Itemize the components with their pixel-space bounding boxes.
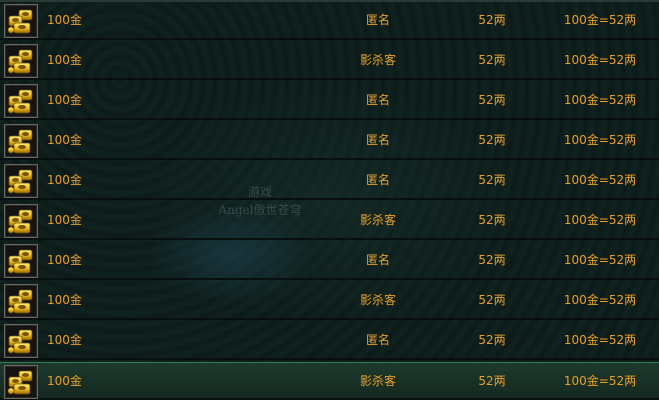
gold-ingot-icon-graphic [7,329,33,354]
gold-ingot-icon [4,84,38,118]
gold-ingot-icon-graphic [7,209,33,234]
seller-name: 影杀客 [359,53,396,67]
gold-ingot-icon-graphic [7,49,33,74]
seller-name: 匿名 [365,13,390,27]
seller-name: 影杀客 [359,213,396,227]
gold-ingot-icon [4,365,38,399]
exchange-rate: 100金=52两 [563,213,637,227]
gold-ingot-icon [4,4,38,38]
exchange-rate: 100金=52两 [563,293,637,307]
seller-name: 匿名 [365,333,390,347]
exchange-rate: 100金=52两 [563,333,637,347]
item-name: 100金 [47,13,82,27]
trade-list-panel: 游戏 Angel傲世苍穹 100金 匿名 52两 100金=52两 100金 影… [0,0,659,400]
seller-name: 匿名 [365,93,390,107]
unit-price: 52两 [478,213,506,227]
item-name: 100金 [47,253,82,267]
gold-ingot-icon [4,324,38,358]
item-name: 100金 [47,93,82,107]
gold-ingot-icon [4,284,38,318]
item-name: 100金 [47,333,82,347]
unit-price: 52两 [478,374,506,388]
exchange-rate: 100金=52两 [563,253,637,267]
exchange-rate: 100金=52两 [563,374,637,388]
trade-row[interactable]: 100金 匿名 52两 100金=52两 [0,2,659,40]
seller-name: 影杀客 [359,374,396,388]
seller-name: 匿名 [365,173,390,187]
trade-row[interactable]: 100金 匿名 52两 100金=52两 [0,242,659,280]
gold-ingot-icon [4,44,38,78]
item-name: 100金 [47,374,82,388]
exchange-rate: 100金=52两 [563,173,637,187]
unit-price: 52两 [478,13,506,27]
gold-ingot-icon-graphic [7,9,33,34]
unit-price: 52两 [478,253,506,267]
trade-row[interactable]: 100金 匿名 52两 100金=52两 [0,322,659,360]
gold-ingot-icon [4,164,38,198]
seller-name: 匿名 [365,253,390,267]
trade-row[interactable]: 100金 影杀客 52两 100金=52两 [0,42,659,80]
gold-ingot-icon [4,124,38,158]
exchange-rate: 100金=52两 [563,93,637,107]
exchange-rate: 100金=52两 [563,133,637,147]
gold-ingot-icon-graphic [7,169,33,194]
seller-name: 影杀客 [359,293,396,307]
unit-price: 52两 [478,333,506,347]
gold-ingot-icon-graphic [7,370,33,395]
item-name: 100金 [47,173,82,187]
item-name: 100金 [47,53,82,67]
unit-price: 52两 [478,293,506,307]
gold-ingot-icon [4,244,38,278]
unit-price: 52两 [478,133,506,147]
unit-price: 52两 [478,93,506,107]
gold-ingot-icon-graphic [7,89,33,114]
gold-ingot-icon-graphic [7,249,33,274]
exchange-rate: 100金=52两 [563,13,637,27]
trade-row[interactable]: 100金 匿名 52两 100金=52两 [0,122,659,160]
unit-price: 52两 [478,173,506,187]
exchange-rate: 100金=52两 [563,53,637,67]
trade-row[interactable]: 100金 影杀客 52两 100金=52两 [0,202,659,240]
trade-row[interactable]: 100金 匿名 52两 100金=52两 [0,82,659,120]
gold-ingot-icon-graphic [7,129,33,154]
item-name: 100金 [47,133,82,147]
seller-name: 匿名 [365,133,390,147]
trade-row[interactable]: 100金 匿名 52两 100金=52两 [0,162,659,200]
item-name: 100金 [47,293,82,307]
gold-ingot-icon [4,204,38,238]
unit-price: 52两 [478,53,506,67]
gold-ingot-icon-graphic [7,289,33,314]
item-name: 100金 [47,213,82,227]
trade-row[interactable]: 100金 影杀客 52两 100金=52两 [0,282,659,320]
trade-row[interactable]: 100金 影杀客 52两 100金=52两 [0,362,659,400]
